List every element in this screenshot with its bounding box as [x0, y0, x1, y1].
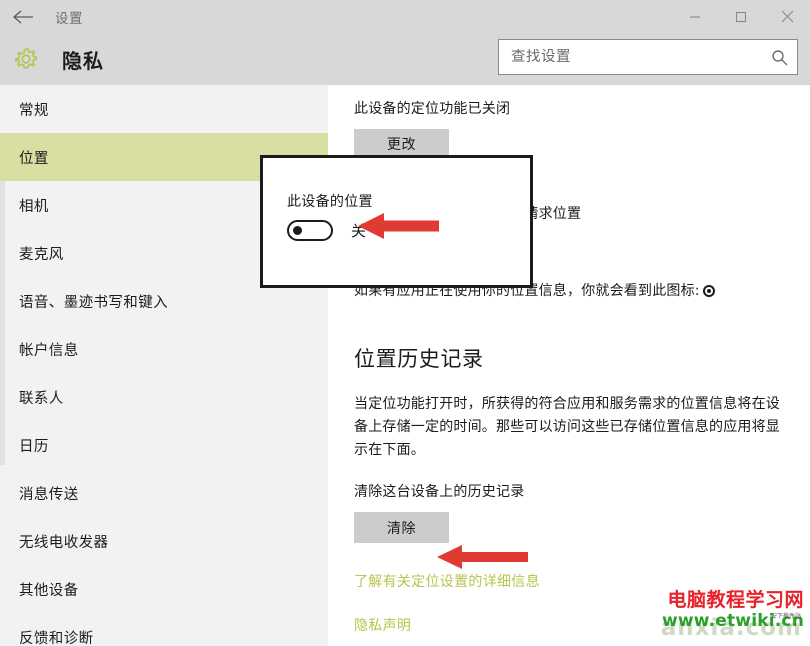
minimize-button[interactable]	[672, 0, 718, 33]
close-button[interactable]	[764, 0, 810, 33]
sidebar-item-other-devices[interactable]: 其他设备	[0, 565, 328, 613]
sidebar-item-messaging[interactable]: 消息传送	[0, 469, 328, 517]
sidebar-item-label: 日历	[19, 438, 49, 455]
settings-window: 设置 隐私 查找设置 常规 位置 相机 麦克风 语音、墨迹书写和键入 帐户信息 …	[0, 0, 810, 646]
window-controls	[672, 0, 810, 33]
page-title: 隐私	[62, 48, 104, 73]
sidebar-item-label: 语音、墨迹书写和键入	[19, 294, 168, 311]
back-button[interactable]	[0, 0, 46, 33]
sidebar-item-label: 无线电收发器	[19, 534, 109, 551]
sidebar-item-account-info[interactable]: 帐户信息	[0, 325, 328, 373]
sidebar-item-label: 麦克风	[19, 246, 64, 263]
clear-button-row: 清除	[354, 512, 784, 544]
sidebar-item-label: 反馈和诊断	[19, 630, 94, 646]
history-heading: 位置历史记录	[354, 347, 484, 372]
arrow-pointing-to-toggle	[358, 210, 440, 242]
sidebar-item-feedback-diagnostics[interactable]: 反馈和诊断	[0, 613, 328, 646]
search-input[interactable]	[511, 49, 771, 65]
back-arrow-icon	[12, 9, 34, 25]
sidebar-item-label: 位置	[19, 150, 49, 167]
title-bar: 设置	[0, 0, 810, 33]
callout-label: 此设备的位置	[287, 194, 373, 210]
minimize-icon	[689, 11, 701, 23]
history-paragraph: 当定位功能打开时，所获得的符合应用和服务需求的位置信息将在设备上存储一定的时间。…	[354, 396, 780, 459]
titlebar-label: 设置	[55, 10, 83, 27]
sidebar-item-label: 相机	[19, 198, 49, 215]
arrow-pointing-to-clear-button	[437, 542, 529, 572]
sidebar-item-radios[interactable]: 无线电收发器	[0, 517, 328, 565]
location-status-text: 此设备的定位功能已关闭	[354, 101, 511, 117]
gear-icon	[3, 45, 49, 73]
clear-button[interactable]: 清除	[354, 512, 449, 544]
watermark: anxia.com 电脑教程学习网 www.etwiki.cn 安下载件站	[612, 590, 804, 640]
toggle-row: 关	[287, 220, 366, 241]
maximize-button[interactable]	[718, 0, 764, 33]
sidebar-item-label: 其他设备	[19, 582, 79, 599]
search-icon[interactable]	[771, 49, 788, 66]
sidebar-item-label: 消息传送	[19, 486, 79, 503]
watermark-tiny-text: 安下载件站	[770, 613, 801, 620]
search-box[interactable]	[498, 39, 798, 75]
learn-more-link[interactable]: 了解有关定位设置的详细信息	[354, 574, 540, 590]
sidebar-item-calendar[interactable]: 日历	[0, 421, 328, 469]
close-icon	[781, 10, 794, 23]
location-toggle[interactable]	[287, 220, 333, 241]
location-active-icon	[702, 285, 715, 298]
maximize-icon	[735, 11, 747, 23]
sidebar-item-label: 常规	[19, 102, 49, 119]
sidebar-item-label: 帐户信息	[19, 342, 79, 359]
watermark-site-name: 电脑教程学习网	[667, 589, 804, 611]
toggle-knob	[293, 226, 302, 235]
privacy-statement-link[interactable]: 隐私声明	[354, 618, 411, 634]
sidebar-item-general[interactable]: 常规	[0, 85, 328, 133]
clear-history-label: 清除这台设备上的历史记录	[354, 484, 525, 501]
sidebar-item-label: 联系人	[19, 390, 64, 407]
sidebar-item-contacts[interactable]: 联系人	[0, 373, 328, 421]
